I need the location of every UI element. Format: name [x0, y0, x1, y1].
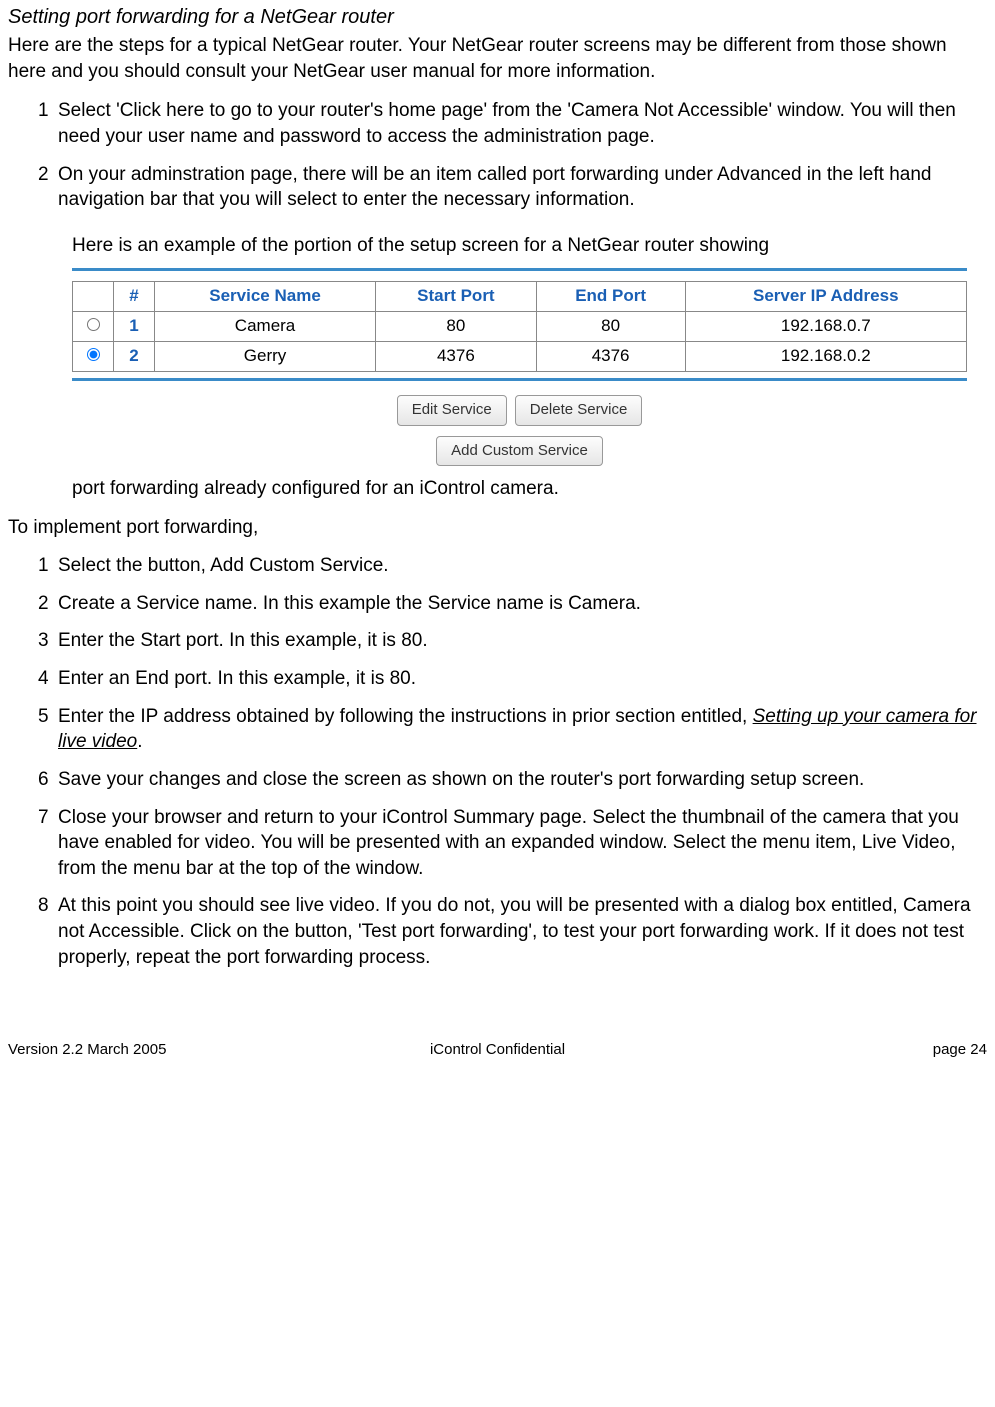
cell-end: 80	[536, 312, 685, 342]
step-text: At this point you should see live video.…	[58, 893, 987, 970]
step-item: 8At this point you should see live video…	[8, 893, 987, 970]
row-radio-cell[interactable]	[73, 312, 114, 342]
step-text: Close your browser and return to your iC…	[58, 805, 987, 882]
col-select	[73, 282, 114, 312]
step-text: Enter the Start port. In this example, i…	[58, 628, 987, 654]
edit-service-button[interactable]: Edit Service	[397, 395, 507, 425]
step-item: 4Enter an End port. In this example, it …	[8, 666, 987, 692]
step-item: 7Close your browser and return to your i…	[8, 805, 987, 882]
step-item: 5Enter the IP address obtained by follow…	[8, 704, 987, 755]
step-text: Enter the IP address obtained by followi…	[58, 704, 987, 755]
step-item: 6Save your changes and close the screen …	[8, 767, 987, 793]
step-number: 3	[8, 628, 58, 654]
cell-start: 80	[376, 312, 537, 342]
cell-service: Gerry	[155, 342, 376, 372]
step-number: 6	[8, 767, 58, 793]
step-item: 2Create a Service name. In this example …	[8, 591, 987, 617]
col-header: Start Port	[376, 282, 537, 312]
footer-version: Version 2.2 March 2005	[8, 1040, 334, 1060]
cell-service: Camera	[155, 312, 376, 342]
implement-intro: To implement port forwarding,	[8, 515, 987, 541]
step-text: Select 'Click here to go to your router'…	[58, 98, 987, 149]
table-row: 2Gerry43764376192.168.0.2	[73, 342, 967, 372]
divider-top	[72, 268, 967, 271]
step-number: 5	[8, 704, 58, 755]
steps-list-a: 1Select 'Click here to go to your router…	[8, 98, 987, 213]
step-number: 7	[8, 805, 58, 882]
cell-end: 4376	[536, 342, 685, 372]
step-item: 1Select 'Click here to go to your router…	[8, 98, 987, 149]
col-header: Service Name	[155, 282, 376, 312]
table-row: 1Camera8080192.168.0.7	[73, 312, 967, 342]
router-screenshot: #Service NameStart PortEnd PortServer IP…	[72, 268, 967, 465]
step-text: Enter an End port. In this example, it i…	[58, 666, 987, 692]
steps-list-b: 1Select the button, Add Custom Service.2…	[8, 553, 987, 970]
cell-ip: 192.168.0.2	[685, 342, 966, 372]
section-title: Setting port forwarding for a NetGear ro…	[8, 4, 987, 31]
divider-bottom	[72, 378, 967, 381]
cell-ip: 192.168.0.7	[685, 312, 966, 342]
example-intro: Here is an example of the portion of the…	[72, 233, 987, 259]
step-number: 2	[8, 591, 58, 617]
example-outro: port forwarding already configured for a…	[72, 476, 987, 502]
step-text: Save your changes and close the screen a…	[58, 767, 987, 793]
delete-service-button[interactable]: Delete Service	[515, 395, 643, 425]
port-forward-table: #Service NameStart PortEnd PortServer IP…	[72, 281, 967, 372]
step-text: Select the button, Add Custom Service.	[58, 553, 987, 579]
step-number: 1	[8, 553, 58, 579]
cell-start: 4376	[376, 342, 537, 372]
intro-paragraph: Here are the steps for a typical NetGear…	[8, 33, 987, 84]
step-number: 8	[8, 893, 58, 970]
add-custom-service-button[interactable]: Add Custom Service	[436, 436, 603, 466]
col-header: #	[114, 282, 155, 312]
col-header: Server IP Address	[685, 282, 966, 312]
step-item: 1Select the button, Add Custom Service.	[8, 553, 987, 579]
footer-confidential: iControl Confidential	[334, 1040, 660, 1060]
step-number: 2	[8, 162, 58, 213]
step-item: 3Enter the Start port. In this example, …	[8, 628, 987, 654]
row-num: 2	[114, 342, 155, 372]
page-footer: Version 2.2 March 2005 iControl Confiden…	[8, 1040, 987, 1060]
step-text: Create a Service name. In this example t…	[58, 591, 987, 617]
row-num: 1	[114, 312, 155, 342]
step-number: 4	[8, 666, 58, 692]
step-text: On your adminstration page, there will b…	[58, 162, 987, 213]
col-header: End Port	[536, 282, 685, 312]
row-radio[interactable]	[87, 318, 100, 331]
button-row-2: Add Custom Service	[72, 436, 967, 466]
footer-page: page 24	[661, 1040, 987, 1060]
button-row-1: Edit Service Delete Service	[72, 395, 967, 425]
step-item: 2On your adminstration page, there will …	[8, 162, 987, 213]
row-radio[interactable]	[87, 348, 100, 361]
row-radio-cell[interactable]	[73, 342, 114, 372]
step-number: 1	[8, 98, 58, 149]
